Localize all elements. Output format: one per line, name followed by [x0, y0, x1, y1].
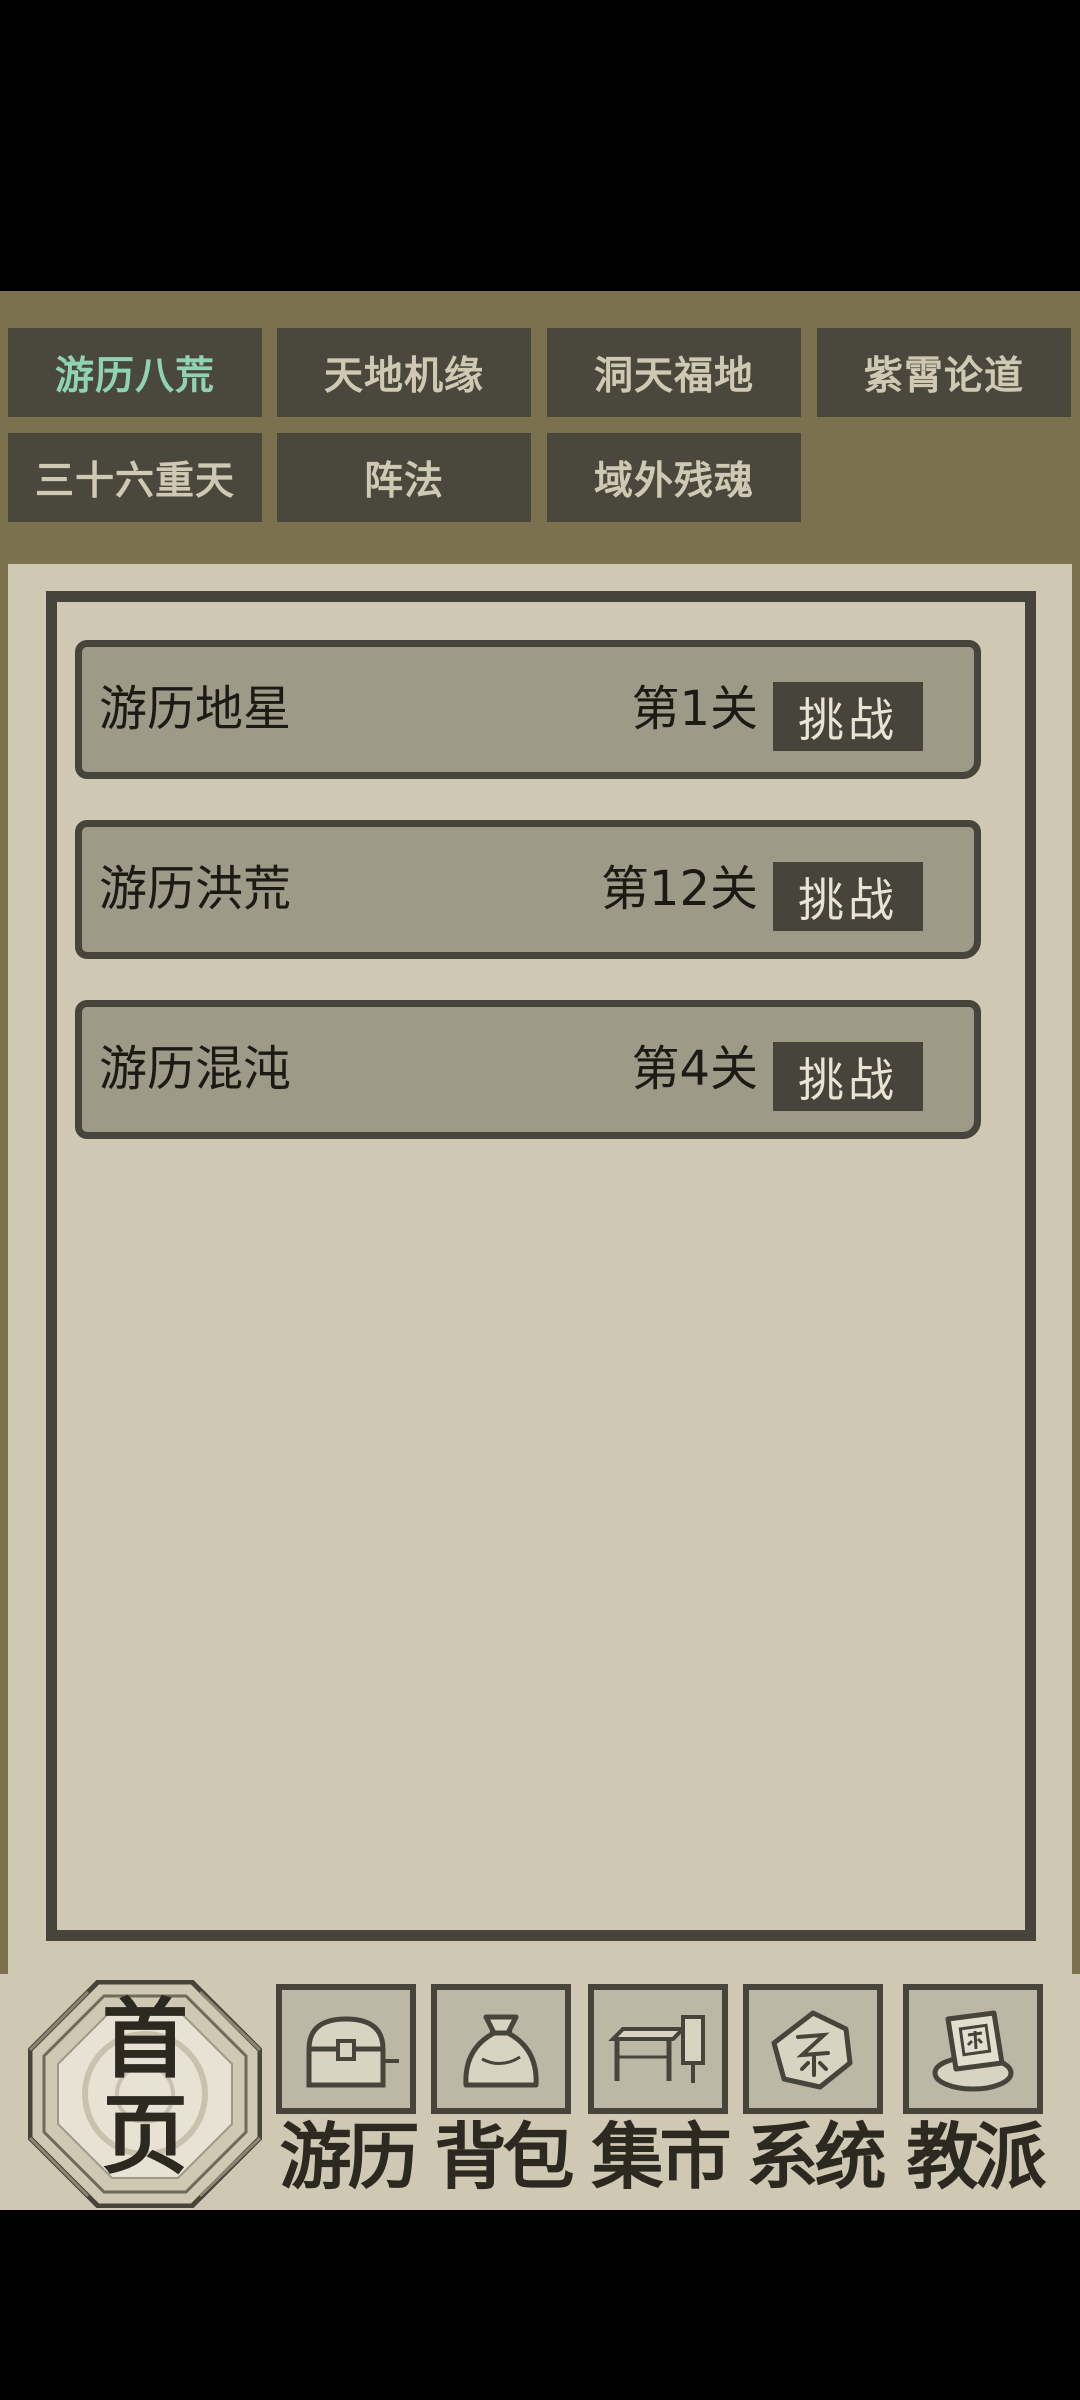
tab-tiandi-jiyuan[interactable]: 天地机缘 — [277, 328, 531, 417]
stage-level: 第4关 — [631, 1041, 758, 1097]
market-stall-icon — [608, 2015, 705, 2083]
nav-item-youli[interactable] — [276, 1984, 416, 2114]
home-label-top: 首 — [102, 1989, 188, 2090]
challenge-button[interactable]: 挑战 — [773, 1042, 923, 1111]
tab-youli-bahuang[interactable]: 游历八荒 — [8, 328, 262, 417]
tab-formation[interactable]: 阵法 — [277, 433, 531, 522]
treasure-chest-icon — [306, 2016, 399, 2088]
nav-item-system[interactable] — [743, 1984, 883, 2114]
stage-row: 游历地星 第1关 挑战 — [75, 640, 981, 779]
stage-row: 游历混沌 第4关 挑战 — [75, 1000, 981, 1139]
home-button[interactable]: 首 页 — [27, 1979, 263, 2209]
stage-list-frame — [46, 591, 1036, 1941]
bag-icon — [463, 2014, 539, 2088]
sect-banner-icon — [932, 2010, 1014, 2092]
nav-label-market[interactable]: 集市 — [582, 2112, 737, 2202]
category-tabs: 游历八荒 天地机缘 洞天福地 紫霄论道 三十六重天 阵法 域外残魂 — [0, 291, 1080, 561]
nav-label-system[interactable]: 系统 — [737, 2112, 892, 2202]
nav-item-market[interactable] — [588, 1984, 728, 2114]
nav-label-youli[interactable]: 游历 — [270, 2112, 425, 2202]
content-panel: 游历地星 第1关 挑战 游历洪荒 第12关 挑战 游历混沌 第4关 挑战 — [8, 564, 1072, 1974]
nav-item-sect[interactable] — [903, 1984, 1043, 2114]
tab-zixiao-lundao[interactable]: 紫霄论道 — [817, 328, 1071, 417]
tab-outer-soul[interactable]: 域外残魂 — [547, 433, 801, 522]
stage-row: 游历洪荒 第12关 挑战 — [75, 820, 981, 959]
nav-label-sect[interactable]: 教派 — [897, 2112, 1052, 2202]
challenge-button[interactable]: 挑战 — [773, 862, 923, 931]
game-screen: 游历八荒 天地机缘 洞天福地 紫霄论道 三十六重天 阵法 域外残魂 游历地星 第… — [0, 291, 1080, 2210]
tab-36-heavens[interactable]: 三十六重天 — [8, 433, 262, 522]
system-seal-icon — [771, 2010, 853, 2090]
tab-dongtian-fudi[interactable]: 洞天福地 — [547, 328, 801, 417]
stage-name: 游历洪荒 — [99, 861, 292, 917]
nav-item-backpack[interactable] — [431, 1984, 571, 2114]
stage-name: 游历混沌 — [99, 1041, 292, 1097]
bottom-navigation: 首 页 游历 背包 集市 系统 教派 — [0, 1974, 1080, 2210]
nav-label-backpack[interactable]: 背包 — [425, 2112, 580, 2202]
stage-name: 游历地星 — [99, 681, 292, 737]
home-label-bottom: 页 — [102, 2085, 188, 2186]
stage-level: 第12关 — [600, 861, 758, 917]
stage-level: 第1关 — [631, 681, 758, 737]
challenge-button[interactable]: 挑战 — [773, 682, 923, 751]
